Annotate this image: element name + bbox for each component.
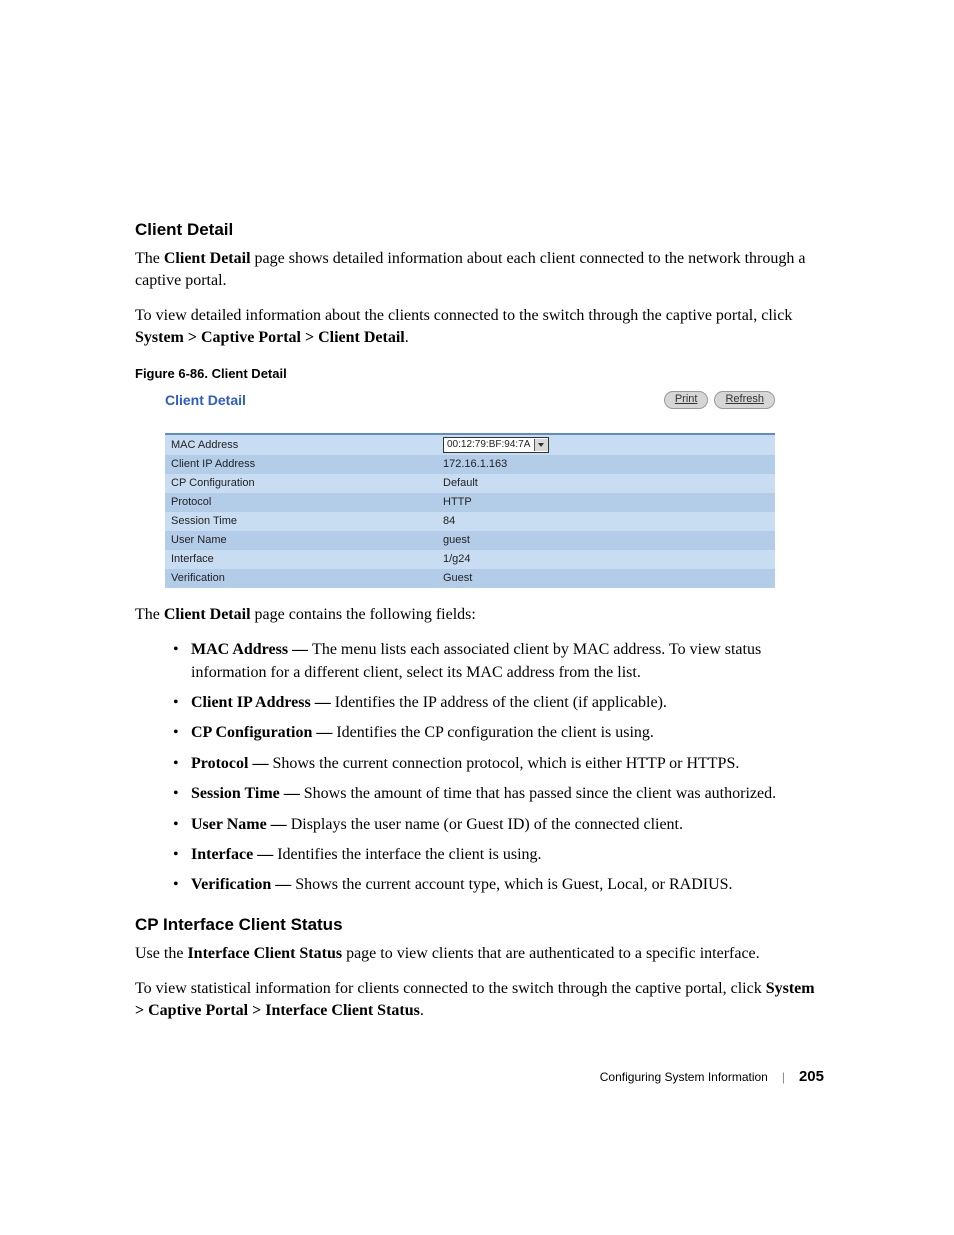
table-row: Protocol HTTP — [165, 493, 775, 512]
client-detail-table: MAC Address 00:12:79:BF:94:7A Client IP … — [165, 433, 775, 588]
row-label: Session Time — [165, 512, 437, 531]
page-footer: Configuring System Information | 205 — [600, 1068, 824, 1085]
field-desc: Shows the current account type, which is… — [295, 876, 732, 893]
field-desc: Identifies the CP configuration the clie… — [336, 724, 654, 741]
row-value: 00:12:79:BF:94:7A — [437, 434, 775, 455]
table-row: Client IP Address 172.16.1.163 — [165, 455, 775, 474]
field-desc: Shows the current connection protocol, w… — [272, 755, 739, 772]
chevron-down-icon — [534, 439, 548, 451]
paragraph-client-detail-nav: To view detailed information about the c… — [135, 305, 824, 348]
figure-caption: Figure 6-86. Client Detail — [135, 366, 824, 381]
fields-list: MAC Address — The menu lists each associ… — [135, 639, 824, 897]
field-term: Interface — — [191, 846, 277, 863]
list-item: Client IP Address — Identifies the IP ad… — [173, 692, 824, 714]
page-number: 205 — [799, 1068, 824, 1085]
list-item: MAC Address — The menu lists each associ… — [173, 639, 824, 684]
row-label: Protocol — [165, 493, 437, 512]
text-fragment: page contains the following fields: — [251, 606, 476, 623]
field-term: Protocol — — [191, 755, 272, 772]
table-row: CP Configuration Default — [165, 474, 775, 493]
row-label: User Name — [165, 531, 437, 550]
row-label: MAC Address — [165, 434, 437, 455]
row-label: Interface — [165, 550, 437, 569]
field-term: Verification — — [191, 876, 295, 893]
row-value: 84 — [437, 512, 775, 531]
row-label: Verification — [165, 569, 437, 588]
table-row: Interface 1/g24 — [165, 550, 775, 569]
table-row: User Name guest — [165, 531, 775, 550]
row-value: HTTP — [437, 493, 775, 512]
list-item: User Name — Displays the user name (or G… — [173, 814, 824, 836]
mac-address-select[interactable]: 00:12:79:BF:94:7A — [443, 437, 549, 453]
field-term: CP Configuration — — [191, 724, 336, 741]
field-term: MAC Address — — [191, 641, 312, 658]
row-label: CP Configuration — [165, 474, 437, 493]
table-row: MAC Address 00:12:79:BF:94:7A — [165, 434, 775, 455]
row-value: Guest — [437, 569, 775, 588]
field-desc: Displays the user name (or Guest ID) of … — [291, 816, 683, 833]
bold-term: Interface Client Status — [187, 945, 342, 962]
footer-text: Configuring System Information — [600, 1070, 768, 1084]
text-fragment: . — [420, 1002, 424, 1019]
row-value: Default — [437, 474, 775, 493]
paragraph-fields-intro: The Client Detail page contains the foll… — [135, 604, 824, 626]
field-desc: Identifies the IP address of the client … — [335, 694, 667, 711]
figure-client-detail: Client Detail Print Refresh MAC Address … — [165, 391, 775, 587]
text-fragment: To view statistical information for clie… — [135, 980, 766, 997]
list-item: Protocol — Shows the current connection … — [173, 753, 824, 775]
table-row: Verification Guest — [165, 569, 775, 588]
list-item: Interface — Identifies the interface the… — [173, 844, 824, 866]
text-fragment: To view detailed information about the c… — [135, 307, 792, 324]
text-fragment: The — [135, 250, 164, 267]
section-heading-cp-interface: CP Interface Client Status — [135, 915, 824, 935]
text-fragment: page to view clients that are authentica… — [342, 945, 760, 962]
figure-title: Client Detail — [165, 392, 246, 408]
bold-term: System > Captive Portal > Client Detail — [135, 329, 405, 346]
paragraph-cp-interface-nav: To view statistical information for clie… — [135, 978, 824, 1021]
list-item: Verification — Shows the current account… — [173, 874, 824, 896]
paragraph-client-detail-intro: The Client Detail page shows detailed in… — [135, 248, 824, 291]
list-item: CP Configuration — Identifies the CP con… — [173, 722, 824, 744]
refresh-button[interactable]: Refresh — [714, 391, 775, 408]
field-term: User Name — — [191, 816, 291, 833]
row-value: 1/g24 — [437, 550, 775, 569]
figure-header: Client Detail Print Refresh — [165, 391, 775, 408]
field-desc: Identifies the interface the client is u… — [277, 846, 541, 863]
text-fragment: Use the — [135, 945, 187, 962]
list-item: Session Time — Shows the amount of time … — [173, 783, 824, 805]
field-term: Client IP Address — — [191, 694, 335, 711]
text-fragment: . — [405, 329, 409, 346]
field-desc: Shows the amount of time that has passed… — [304, 785, 776, 802]
print-button[interactable]: Print — [664, 391, 709, 408]
text-fragment: The — [135, 606, 164, 623]
bold-term: Client Detail — [164, 250, 251, 267]
row-label: Client IP Address — [165, 455, 437, 474]
section-heading-client-detail: Client Detail — [135, 220, 824, 240]
row-value: 172.16.1.163 — [437, 455, 775, 474]
bold-term: Client Detail — [164, 606, 251, 623]
figure-buttons: Print Refresh — [664, 391, 775, 408]
paragraph-cp-interface-intro: Use the Interface Client Status page to … — [135, 943, 824, 965]
mac-address-value: 00:12:79:BF:94:7A — [447, 438, 530, 451]
row-value: guest — [437, 531, 775, 550]
footer-divider: | — [782, 1070, 785, 1084]
field-term: Session Time — — [191, 785, 304, 802]
table-row: Session Time 84 — [165, 512, 775, 531]
